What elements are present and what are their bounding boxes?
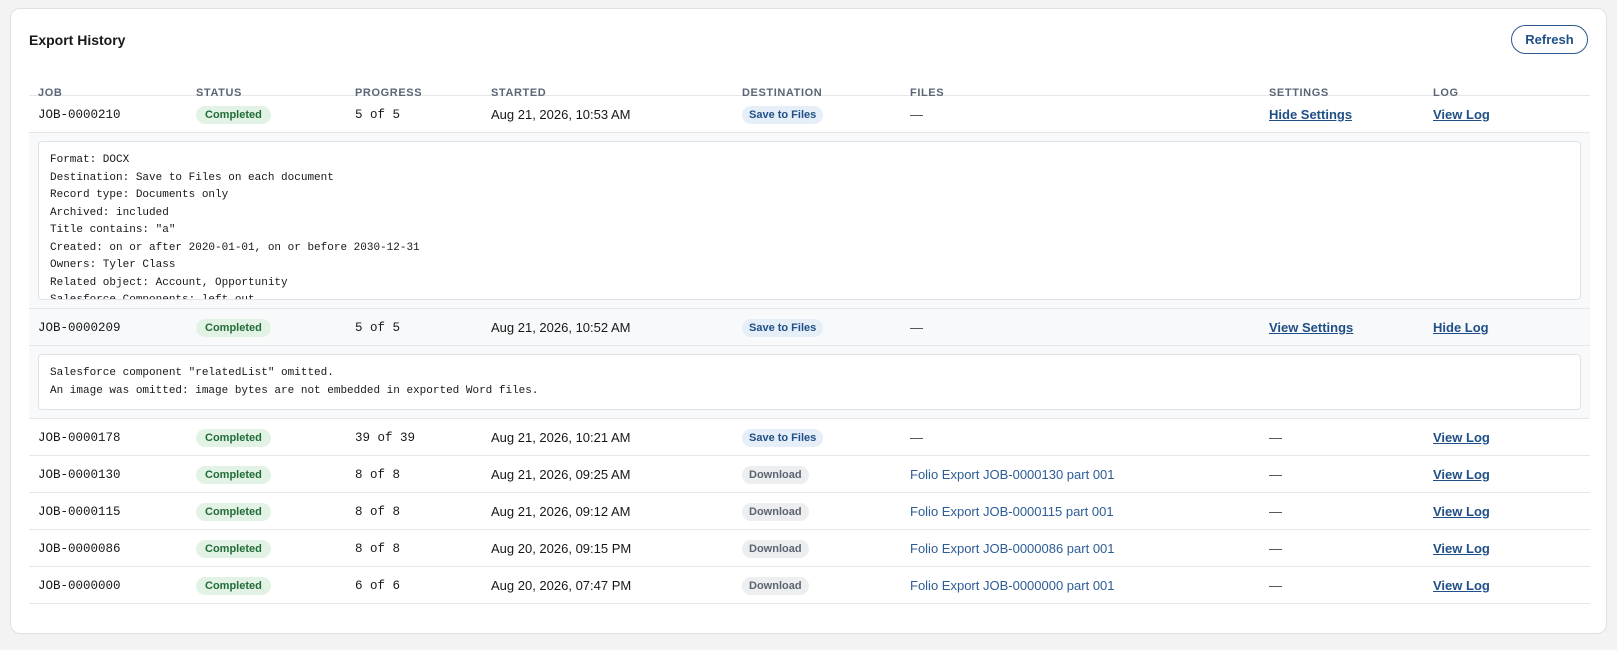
settings-empty: —	[1269, 504, 1282, 519]
settings-line: Created: on or after 2020-01-01, on or b…	[50, 241, 420, 254]
table-row: JOB-0000210 Completed 5 of 5 Aug 21, 202…	[29, 96, 1590, 133]
settings-line: Title contains: "a"	[50, 224, 176, 236]
hide-settings-link[interactable]: Hide Settings	[1269, 107, 1352, 122]
status-badge: Completed	[196, 465, 271, 484]
status-badge: Completed	[196, 576, 271, 595]
settings-line: Archived: included	[50, 206, 169, 219]
started-time: Aug 21, 2026, 09:12 AM	[491, 504, 631, 519]
files-empty: —	[910, 107, 923, 122]
settings-line: Owners: Tyler Class	[50, 259, 176, 271]
progress-text: 8 of 8	[355, 467, 401, 482]
destination-badge: Save to Files	[742, 428, 824, 447]
file-link[interactable]: Folio Export JOB-0000000 part 001	[910, 578, 1115, 593]
table-header: Job Status Progress Started Destination …	[29, 69, 1590, 99]
settings-empty: —	[1269, 467, 1282, 482]
settings-detail-panel[interactable]: Format: DOCX Destination: Save to Files …	[38, 141, 1581, 300]
started-time: Aug 21, 2026, 10:53 AM	[491, 107, 631, 122]
job-id: JOB-0000115	[38, 504, 121, 519]
table-row: JOB-0000209 Completed 5 of 5 Aug 21, 202…	[29, 309, 1590, 346]
table-row: JOB-0000086 Completed 8 of 8 Aug 20, 202…	[29, 530, 1590, 567]
view-log-link[interactable]: View Log	[1433, 107, 1490, 122]
file-link[interactable]: Folio Export JOB-0000130 part 001	[910, 467, 1115, 482]
log-detail-row: Salesforce component "relatedList" omitt…	[29, 346, 1590, 419]
view-log-link[interactable]: View Log	[1433, 467, 1490, 482]
settings-empty: —	[1269, 430, 1282, 445]
job-id: JOB-0000130	[38, 467, 121, 482]
status-badge: Completed	[196, 502, 271, 521]
export-history-card: Export History Refresh Job Status Progre…	[10, 8, 1607, 634]
progress-text: 5 of 5	[355, 107, 401, 122]
job-id: JOB-0000210	[38, 107, 121, 122]
view-log-link[interactable]: View Log	[1433, 541, 1490, 556]
progress-text: 8 of 8	[355, 541, 401, 556]
hide-log-link[interactable]: Hide Log	[1433, 320, 1489, 335]
page-title: Export History	[29, 32, 126, 48]
refresh-button[interactable]: Refresh	[1511, 25, 1588, 54]
started-time: Aug 21, 2026, 10:21 AM	[491, 430, 631, 445]
destination-badge: Download	[742, 502, 809, 521]
started-time: Aug 21, 2026, 10:52 AM	[491, 320, 631, 335]
file-link[interactable]: Folio Export JOB-0000115 part 001	[910, 504, 1114, 519]
job-id: JOB-0000178	[38, 430, 121, 445]
status-badge: Completed	[196, 539, 271, 558]
settings-line: Salesforce Components: left out	[50, 294, 255, 300]
log-line: An image was omitted: image bytes are no…	[50, 384, 539, 397]
progress-text: 8 of 8	[355, 504, 401, 519]
settings-line: Destination: Save to Files on each docum…	[50, 171, 334, 184]
settings-line: Record type: Documents only	[50, 189, 229, 201]
export-history-table: Job Status Progress Started Destination …	[29, 69, 1590, 604]
settings-empty: —	[1269, 578, 1282, 593]
log-line: Salesforce component "relatedList" omitt…	[50, 367, 334, 379]
log-detail-panel: Salesforce component "relatedList" omitt…	[38, 354, 1581, 410]
settings-line: Related object: Account, Opportunity	[50, 276, 288, 289]
status-badge: Completed	[196, 318, 271, 337]
job-id: JOB-0000209	[38, 320, 121, 335]
file-link[interactable]: Folio Export JOB-0000086 part 001	[910, 541, 1115, 556]
started-time: Aug 20, 2026, 09:15 PM	[491, 541, 632, 556]
destination-badge: Save to Files	[742, 105, 824, 124]
destination-badge: Download	[742, 576, 809, 595]
destination-badge: Download	[742, 539, 809, 558]
view-log-link[interactable]: View Log	[1433, 504, 1490, 519]
files-empty: —	[910, 320, 923, 335]
table-row: JOB-0000130 Completed 8 of 8 Aug 21, 202…	[29, 456, 1590, 493]
started-time: Aug 20, 2026, 07:47 PM	[491, 578, 632, 593]
started-time: Aug 21, 2026, 09:25 AM	[491, 467, 631, 482]
destination-badge: Save to Files	[742, 318, 824, 337]
view-log-link[interactable]: View Log	[1433, 430, 1490, 445]
status-badge: Completed	[196, 105, 271, 124]
settings-line: Format: DOCX	[50, 154, 130, 166]
destination-badge: Download	[742, 465, 809, 484]
job-id: JOB-0000086	[38, 541, 121, 556]
settings-empty: —	[1269, 541, 1282, 556]
progress-text: 6 of 6	[355, 578, 401, 593]
job-id: JOB-0000000	[38, 578, 121, 593]
view-settings-link[interactable]: View Settings	[1269, 320, 1353, 335]
settings-detail-row: Format: DOCX Destination: Save to Files …	[29, 133, 1590, 309]
status-badge: Completed	[196, 428, 271, 447]
progress-text: 39 of 39	[355, 430, 416, 445]
table-row: JOB-0000178 Completed 39 of 39 Aug 21, 2…	[29, 419, 1590, 456]
table-row: JOB-0000000 Completed 6 of 6 Aug 20, 202…	[29, 567, 1590, 604]
table-row: JOB-0000115 Completed 8 of 8 Aug 21, 202…	[29, 493, 1590, 530]
files-empty: —	[910, 430, 923, 445]
progress-text: 5 of 5	[355, 320, 401, 335]
view-log-link[interactable]: View Log	[1433, 578, 1490, 593]
